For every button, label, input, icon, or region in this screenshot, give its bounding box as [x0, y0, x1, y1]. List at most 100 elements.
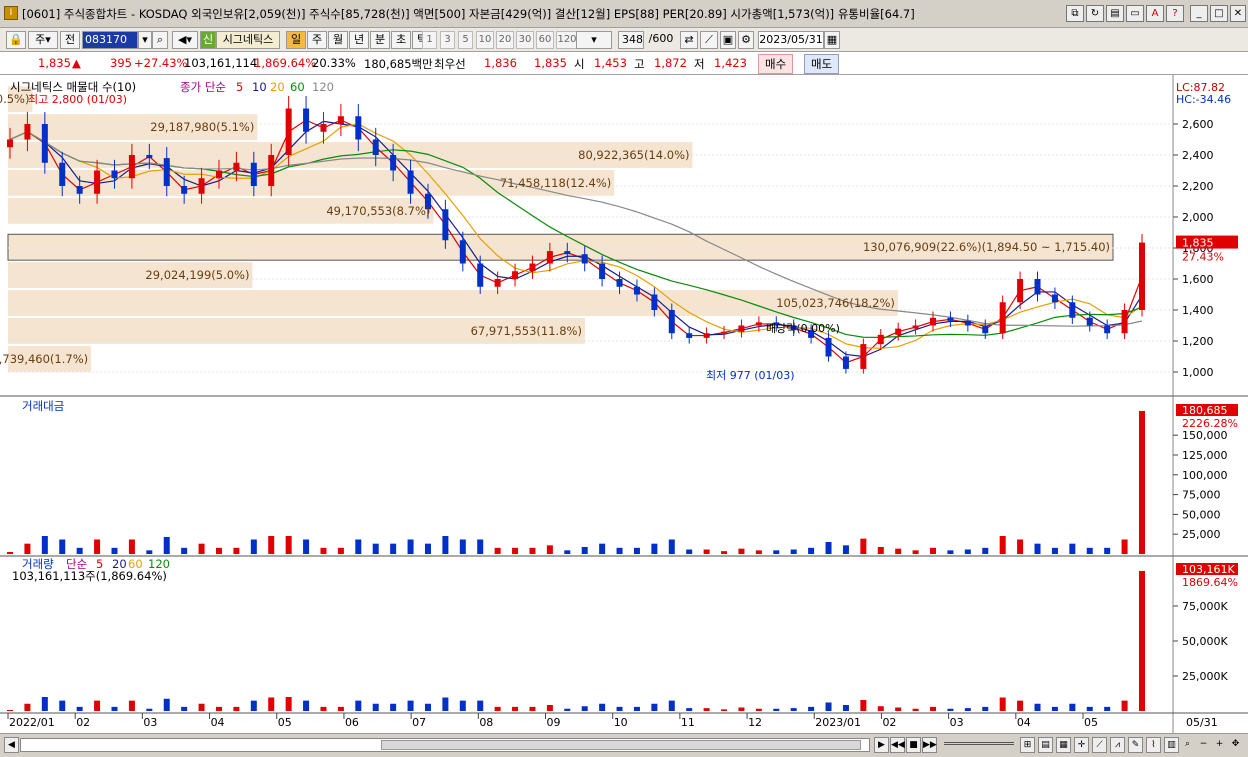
volume-bar — [686, 708, 693, 711]
candle-body — [337, 116, 344, 124]
pattern-icon[interactable]: ⩘ — [1110, 737, 1125, 753]
price-legend-ma: 종가 단순 — [180, 80, 226, 94]
tab-interval-3[interactable]: 10 — [476, 31, 494, 49]
volume-bar — [877, 706, 884, 711]
amount-bar — [268, 536, 275, 554]
calendar-icon[interactable]: ▦ — [824, 31, 840, 49]
tab-interval-2[interactable]: 5 — [458, 31, 473, 49]
maximize-button[interactable]: □ — [1210, 5, 1228, 22]
type-select[interactable]: 주▾ — [28, 31, 58, 49]
volume-bar — [930, 706, 937, 711]
period-select[interactable]: 전 — [60, 31, 80, 49]
move-icon[interactable]: ✥ — [1228, 737, 1243, 753]
draw-icon[interactable]: ⌇ — [1146, 737, 1161, 753]
code-input[interactable]: 083170 — [82, 31, 138, 49]
candle-body — [407, 170, 414, 194]
zoom-out-icon[interactable]: − — [1196, 737, 1211, 753]
volume-bar — [999, 697, 1006, 711]
grid-icon[interactable]: ▥ — [1164, 737, 1179, 753]
tab-interval-0[interactable]: 1 — [422, 31, 437, 49]
candle-body — [842, 356, 849, 369]
code-dropdown-icon[interactable]: ▾ — [138, 31, 152, 49]
y-tick-label: 1,400 — [1182, 304, 1214, 317]
rewind-icon[interactable]: ◀◀ — [890, 737, 905, 753]
interval-input[interactable]: ▾ — [576, 31, 612, 49]
search-icon[interactable]: ⌕ — [152, 31, 168, 49]
pencil-icon[interactable]: ✎ — [1128, 737, 1143, 753]
date-input[interactable]: 2023/05/31 — [758, 31, 824, 49]
candle-body — [390, 155, 397, 171]
scroll-track[interactable] — [20, 738, 870, 752]
x-tick-label: 10 — [614, 716, 628, 729]
font-icon[interactable]: A — [1146, 5, 1164, 22]
refresh-icon[interactable]: ↻ — [1086, 5, 1104, 22]
speed-slider[interactable] — [944, 742, 1014, 745]
sell-button[interactable]: 매도 — [804, 54, 840, 74]
amount-bar — [250, 539, 257, 554]
print-icon[interactable]: ▤ — [1106, 5, 1124, 22]
arrows-icon[interactable]: ⇄ — [680, 31, 698, 49]
close-button[interactable]: ✕ — [1230, 5, 1246, 22]
zoom-in-icon[interactable]: + — [1212, 737, 1227, 753]
volume-bar — [947, 708, 954, 711]
screen-icon[interactable]: ▭ — [1126, 5, 1144, 22]
help-icon[interactable]: ? — [1166, 5, 1184, 22]
count-input[interactable]: 348 — [618, 31, 644, 49]
tab-unit-1[interactable]: 주 — [307, 31, 327, 49]
lock-icon[interactable]: 🔒 — [6, 31, 26, 49]
speaker-icon[interactable]: ◀▾ — [172, 31, 198, 49]
crosshair-icon[interactable]: ✛ — [1074, 737, 1089, 753]
trend-icon[interactable]: ⟋ — [1092, 737, 1107, 753]
fast-forward-icon[interactable]: ▶▶ — [922, 737, 937, 753]
candle-body — [546, 251, 553, 264]
amount-bar — [407, 539, 414, 554]
candle-body — [651, 294, 658, 310]
play-icon[interactable]: ▶ — [874, 737, 889, 753]
amount-bar — [773, 550, 780, 554]
tab-unit-2[interactable]: 월 — [328, 31, 348, 49]
volume-bar — [442, 697, 449, 711]
amount-bar — [947, 550, 954, 554]
tab-unit-0[interactable]: 일 — [286, 31, 306, 49]
toolbar: 🔒 주▾ 전 083170 ▾ ⌕ ◀▾ 신 시그네틱스 일주월년분초틱 135… — [0, 28, 1248, 52]
amount-bar — [825, 542, 832, 554]
chart-area[interactable]: 2,6002,4002,2002,0001,8001,6001,4001,200… — [0, 75, 1248, 733]
chart-line-icon[interactable]: ⟋ — [700, 31, 718, 49]
volume-bar — [390, 703, 397, 711]
candle-body — [494, 279, 501, 287]
buy-button[interactable]: 매수 — [758, 54, 794, 74]
amount-bar — [1121, 539, 1128, 554]
tile-icon[interactable]: ▦ — [1056, 737, 1071, 753]
x-tick-label: 09 — [547, 716, 561, 729]
stop-icon[interactable]: ■ — [906, 737, 921, 753]
bid-price: 1,835 — [534, 56, 567, 70]
indicator-icon[interactable]: ⊞ — [1020, 737, 1035, 753]
tab-unit-4[interactable]: 분 — [370, 31, 390, 49]
tab-interval-7[interactable]: 120 — [556, 31, 578, 49]
settings-icon[interactable]: ⚙ — [738, 31, 754, 49]
candle-body — [581, 254, 588, 264]
tab-interval-6[interactable]: 60 — [536, 31, 554, 49]
volume-bar — [494, 706, 501, 711]
scroll-left-icon[interactable]: ◀ — [4, 737, 19, 753]
up-arrow-icon: ▲ — [72, 56, 81, 70]
candle-body — [930, 317, 937, 326]
candle-body — [512, 271, 519, 279]
tab-interval-1[interactable]: 3 — [440, 31, 455, 49]
save-icon[interactable]: ▣ — [720, 31, 736, 49]
layout-icon[interactable]: ▤ — [1038, 737, 1053, 753]
ma-period-20: 20 — [270, 80, 285, 94]
tab-interval-5[interactable]: 30 — [516, 31, 534, 49]
minimize-button[interactable]: _ — [1190, 5, 1208, 22]
x-tick-label: 03 — [143, 716, 157, 729]
tab-unit-3[interactable]: 년 — [349, 31, 369, 49]
tab-unit-5[interactable]: 초 — [391, 31, 411, 49]
count-total: /600 — [648, 32, 674, 45]
amount-tick-label: 100,000 — [1182, 469, 1228, 482]
scroll-thumb[interactable] — [381, 740, 861, 750]
volume-bar — [581, 706, 588, 711]
zoom-icon[interactable]: ⌕ — [1180, 737, 1195, 753]
link-icon[interactable]: ⧉ — [1066, 5, 1084, 22]
tab-interval-4[interactable]: 20 — [496, 31, 514, 49]
volume-bar — [285, 697, 292, 711]
